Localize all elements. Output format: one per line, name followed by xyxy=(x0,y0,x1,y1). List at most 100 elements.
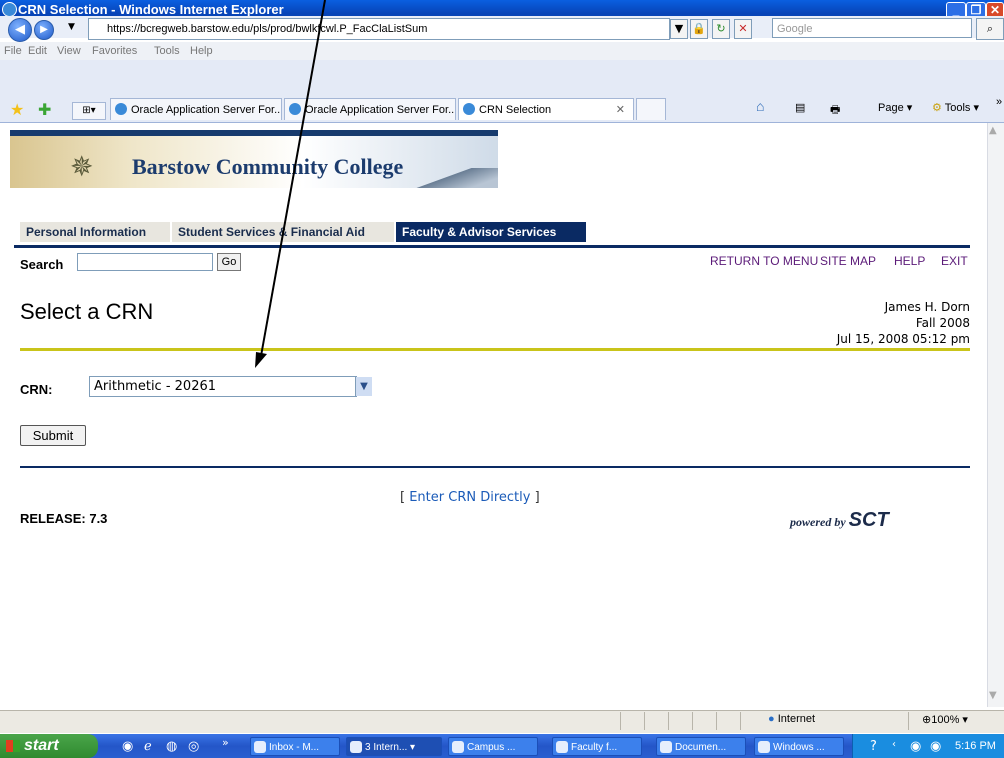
status-divider xyxy=(620,712,621,730)
task-windows[interactable]: Windows ... xyxy=(754,737,844,756)
stop-icon[interactable]: ✕ xyxy=(734,19,752,39)
sct-logo: SCT xyxy=(848,509,889,531)
banner-title: Barstow Community College xyxy=(132,154,404,179)
back-button[interactable]: ◀ xyxy=(8,18,32,42)
enter-crn-directly-link[interactable]: Enter CRN Directly xyxy=(409,490,530,505)
ie-quicklaunch-icon[interactable]: ℯ xyxy=(144,739,152,754)
app-quicklaunch-icon[interactable]: ◍ xyxy=(166,739,177,754)
chevron-right-icon[interactable]: » xyxy=(996,96,1002,108)
search-box[interactable]: Google xyxy=(772,18,972,38)
tab-oracle-2[interactable]: Oracle Application Server For... xyxy=(284,98,456,120)
menu-help[interactable]: Help xyxy=(190,45,213,57)
task-documents[interactable]: Documen... xyxy=(656,737,746,756)
return-to-menu-link[interactable]: RETURN TO MENU xyxy=(710,254,818,268)
menu-view[interactable]: View xyxy=(57,45,81,57)
globe-icon: ● xyxy=(768,713,775,725)
address-text: https://bcregweb.barstow.edu/pls/prod/bw… xyxy=(107,23,428,35)
windows-logo-icon xyxy=(6,740,20,752)
lock-icon[interactable]: 🔒 xyxy=(690,19,708,39)
menu-edit[interactable]: Edit xyxy=(28,45,47,57)
ie-icon xyxy=(289,103,301,115)
task-faculty[interactable]: Faculty f... xyxy=(552,737,642,756)
page-menu[interactable]: Page ▾ xyxy=(878,101,912,114)
help-tray-icon[interactable]: ? xyxy=(870,739,877,754)
browser-quicklaunch-icon[interactable]: ◎ xyxy=(188,739,199,754)
tab-faculty-advisor-services[interactable]: Faculty & Advisor Services xyxy=(396,222,586,242)
status-divider xyxy=(908,712,909,730)
joshua-tree-icon: ✵ xyxy=(70,150,94,183)
site-search-input[interactable] xyxy=(77,253,213,271)
add-favorites-icon[interactable]: ✚ xyxy=(38,100,51,119)
term: Fall 2008 xyxy=(915,316,970,330)
tab-personal-information[interactable]: Personal Information xyxy=(20,222,170,242)
go-button[interactable]: Go xyxy=(217,253,241,271)
scroll-up-icon[interactable]: ▲ xyxy=(989,125,997,136)
status-divider xyxy=(644,712,645,730)
site-map-link[interactable]: SITE MAP xyxy=(820,254,876,268)
tab-crn-selection[interactable]: CRN Selection ✕ xyxy=(458,98,634,120)
crn-label: CRN: xyxy=(20,382,53,397)
menu-file[interactable]: File xyxy=(4,45,22,57)
page-content xyxy=(6,123,986,707)
security-zone[interactable]: ● Internet xyxy=(768,713,815,725)
new-tab-button[interactable] xyxy=(636,98,666,120)
enter-crn-area: [ Enter CRN Directly ] xyxy=(400,490,540,505)
favorites-star-icon[interactable]: ★ xyxy=(10,100,24,119)
tools-menu[interactable]: ⚙ Tools ▾ xyxy=(932,101,979,114)
search-label: Search xyxy=(20,257,64,272)
network-tray-icon[interactable]: ◉ xyxy=(910,739,921,754)
submit-button[interactable]: Submit xyxy=(20,425,86,446)
task-campus[interactable]: Campus ... xyxy=(448,737,538,756)
crn-select[interactable]: Arithmetic - 20261 xyxy=(89,376,357,397)
home-icon[interactable]: ⌂ xyxy=(756,98,764,114)
menu-favorites[interactable]: Favorites xyxy=(92,45,137,57)
refresh-icon[interactable]: ↻ xyxy=(712,19,730,39)
address-dropdown-icon[interactable]: ▼ xyxy=(670,19,688,39)
close-tab-icon[interactable]: ✕ xyxy=(616,99,625,120)
feeds-icon[interactable]: ▤ xyxy=(795,101,805,114)
tab-student-services[interactable]: Student Services & Financial Aid xyxy=(172,222,394,242)
scroll-down-icon[interactable]: ▼ xyxy=(989,690,997,701)
app-icon xyxy=(452,741,464,753)
history-dropdown-icon[interactable]: ▼ xyxy=(68,22,75,32)
outlook-tray-icon[interactable]: ◉ xyxy=(930,739,941,754)
forward-button[interactable]: ▶ xyxy=(34,20,54,40)
clock: 5:16 PM xyxy=(955,740,996,752)
ie-icon xyxy=(115,103,127,115)
task-internet-explorer[interactable]: 3 Intern... ▾ xyxy=(346,737,442,756)
ie-icon xyxy=(350,741,362,753)
status-divider xyxy=(740,712,741,730)
datetime: Jul 15, 2008 05:12 pm xyxy=(836,332,970,346)
zoom-icon: ⊕ xyxy=(922,714,932,726)
tab-oracle-1[interactable]: Oracle Application Server For... xyxy=(110,98,282,120)
vertical-scrollbar[interactable] xyxy=(987,123,1004,707)
chevron-down-icon[interactable]: ▼ xyxy=(355,377,372,396)
exit-link[interactable]: EXIT xyxy=(941,254,968,268)
quicklaunch-chevron-icon[interactable]: » xyxy=(222,736,229,749)
task-inbox[interactable]: Inbox - M... xyxy=(250,737,340,756)
outlook-icon[interactable]: ◉ xyxy=(122,739,133,754)
address-input[interactable]: https://bcregweb.barstow.edu/pls/prod/bw… xyxy=(88,18,670,40)
ie-icon xyxy=(2,2,17,17)
print-icon[interactable]: 🖶 xyxy=(830,101,840,120)
quick-tabs-icon[interactable]: ⊞▾ xyxy=(72,102,106,120)
tray-expand-icon[interactable]: ‹ xyxy=(892,739,896,750)
release-text: RELEASE: 7.3 xyxy=(20,511,108,526)
powered-by-logo: powered by SCT xyxy=(790,509,889,532)
menu-bar: File Edit View Favorites Tools Help xyxy=(0,42,1004,60)
powered-by-text: powered by xyxy=(790,515,846,529)
window-title: CRN Selection - Windows Internet Explore… xyxy=(18,2,284,17)
banner-hills xyxy=(416,168,498,188)
title-divider xyxy=(20,348,970,351)
word-icon xyxy=(660,741,672,753)
nav-divider xyxy=(14,245,970,248)
status-divider xyxy=(668,712,669,730)
help-link[interactable]: HELP xyxy=(894,254,925,268)
page-title: Select a CRN xyxy=(20,299,154,324)
outlook-icon xyxy=(254,741,266,753)
document-icon xyxy=(556,741,568,753)
menu-tools[interactable]: Tools xyxy=(154,45,180,57)
search-icon[interactable]: ⌕ xyxy=(976,18,1004,40)
zoom-level[interactable]: ⊕100% ▾ xyxy=(922,713,968,726)
status-bar xyxy=(0,710,1004,733)
